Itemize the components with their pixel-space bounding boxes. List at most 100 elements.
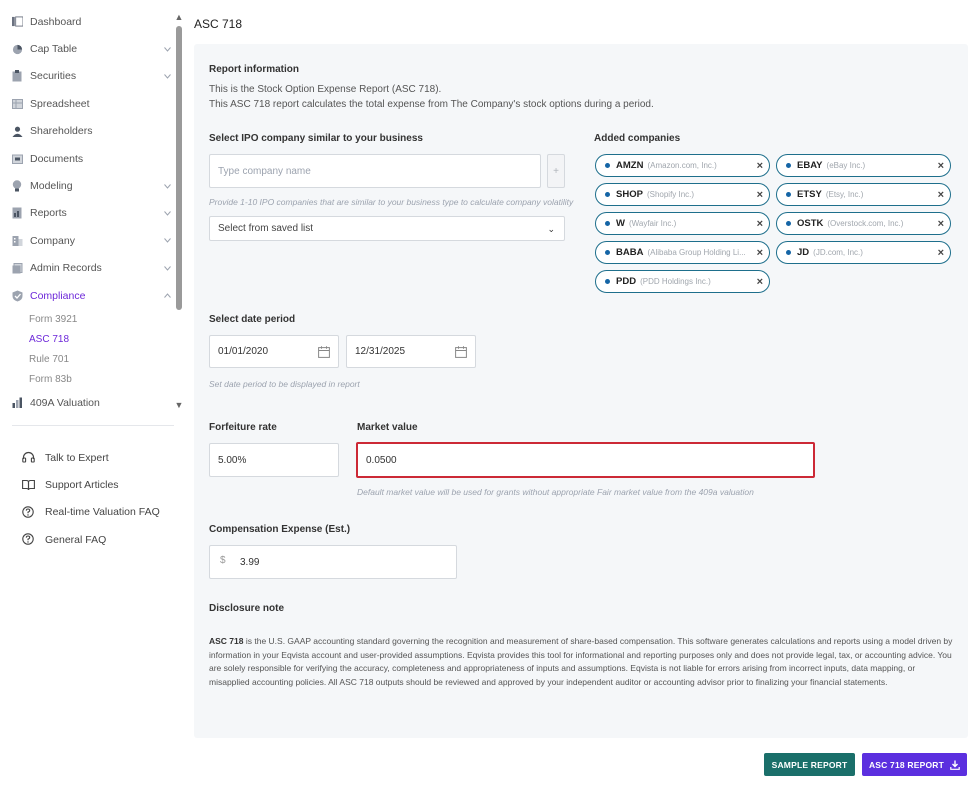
scroll-up-icon[interactable]: ▲	[174, 12, 184, 22]
remove-chip-icon[interactable]: ×	[757, 189, 763, 201]
disclosure-bold: ASC 718	[209, 636, 244, 646]
chevron-down-icon	[163, 209, 171, 217]
help-label: Real-time Valuation FAQ	[45, 506, 160, 519]
sidebar-item-label: 409A Valuation	[30, 396, 100, 409]
sidebar-item-409a-valuation[interactable]: 409A Valuation	[0, 389, 174, 416]
sidebar-item-label: Reports	[30, 207, 67, 220]
disclosure-text: ASC 718 is the U.S. GAAP accounting stan…	[209, 635, 954, 689]
sidebar-item-label: Documents	[30, 152, 84, 165]
sidebar-item-shareholders[interactable]: Shareholders	[0, 118, 174, 145]
remove-chip-icon[interactable]: ×	[757, 218, 763, 230]
report-info-line1: This is the Stock Option Expense Report …	[209, 84, 442, 95]
sidebar-item-dashboard[interactable]: Dashboard	[0, 8, 174, 35]
calendar-icon[interactable]	[455, 345, 467, 358]
company-search-input[interactable]: Type company name	[209, 154, 541, 188]
sample-report-button[interactable]: SAMPLE REPORT	[764, 753, 855, 776]
chip-dot	[786, 250, 791, 255]
remove-chip-icon[interactable]: ×	[757, 276, 763, 288]
sidebar-item-compliance[interactable]: Compliance	[0, 282, 174, 309]
chip-company-name: (Amazon.com, Inc.)	[647, 161, 717, 170]
ipo-hint: Provide 1-10 IPO companies that are simi…	[209, 197, 574, 207]
forfeiture-rate-input[interactable]: 5.00%	[209, 443, 339, 477]
chip-ticker: SHOP	[616, 189, 643, 200]
sidebar-item-admin-records[interactable]: Admin Records	[0, 255, 174, 282]
help-label: Support Articles	[45, 479, 119, 492]
company-chip-etsy: ETSY (Etsy, Inc.) ×	[776, 183, 951, 206]
sidebar-item-modeling[interactable]: Modeling	[0, 172, 174, 199]
sidebar-item-label: Spreadsheet	[30, 97, 90, 110]
user-icon	[11, 125, 23, 137]
remove-chip-icon[interactable]: ×	[757, 160, 763, 172]
clipboard-icon	[11, 70, 23, 82]
company-chip-ebay: EBAY (eBay Inc.) ×	[776, 154, 951, 177]
sidebar-subitem-asc-718[interactable]: ASC 718	[0, 329, 174, 349]
compensation-title: Compensation Expense (Est.)	[209, 524, 351, 535]
remove-chip-icon[interactable]: ×	[938, 189, 944, 201]
chevron-down-icon	[163, 45, 171, 53]
chip-company-name: (Overstock.com, Inc.)	[827, 219, 904, 228]
date-period-hint: Set date period to be displayed in repor…	[209, 379, 360, 389]
chevron-down-icon: ⌄	[547, 223, 555, 234]
saved-list-select[interactable]: Select from saved list ⌄	[209, 216, 565, 241]
chevron-down-icon	[163, 182, 171, 190]
chip-company-name: (eBay Inc.)	[826, 161, 866, 170]
chip-dot	[605, 163, 610, 168]
report-info-line2: This ASC 718 report calculates the total…	[209, 99, 654, 110]
help-circle-icon	[22, 533, 35, 546]
end-date-input[interactable]: 12/31/2025	[346, 335, 476, 368]
chip-dot	[786, 221, 791, 226]
remove-chip-icon[interactable]: ×	[938, 160, 944, 172]
sidebar-item-label: Dashboard	[30, 15, 82, 28]
chip-ticker: BABA	[616, 247, 644, 258]
remove-chip-icon[interactable]: ×	[938, 247, 944, 259]
headset-icon	[22, 451, 35, 464]
shield-check-icon	[11, 290, 23, 302]
chip-ticker: AMZN	[616, 160, 644, 171]
saved-list-label: Select from saved list	[218, 223, 314, 234]
report-panel	[194, 44, 968, 738]
chip-ticker: JD	[797, 247, 810, 258]
sidebar-subitem-form-83b[interactable]: Form 83b	[0, 369, 174, 389]
bulb-icon	[11, 180, 23, 192]
sidebar-scrollbar[interactable]: ▲ ▼	[174, 12, 184, 412]
remove-chip-icon[interactable]: ×	[757, 247, 763, 259]
chevron-down-icon	[163, 72, 171, 80]
chip-dot	[605, 221, 610, 226]
add-company-button[interactable]: +	[547, 154, 565, 188]
chip-ticker: PDD	[616, 276, 637, 287]
sidebar-item-spreadsheet[interactable]: Spreadsheet	[0, 90, 174, 117]
sidebar-divider	[12, 425, 174, 426]
sidebar-item-cap-table[interactable]: Cap Table	[0, 35, 174, 62]
ipo-section-title: Select IPO company similar to your busin…	[209, 133, 423, 144]
sidebar-item-label: Compliance	[30, 289, 86, 302]
sidebar-subitem-form-3921[interactable]: Form 3921	[0, 309, 174, 329]
chip-dot	[786, 192, 791, 197]
sidebar-subitem-rule-701[interactable]: Rule 701	[0, 349, 174, 369]
remove-chip-icon[interactable]: ×	[938, 218, 944, 230]
sidebar-item-reports[interactable]: Reports	[0, 200, 174, 227]
sidebar-item-company[interactable]: Company	[0, 227, 174, 254]
sidebar-item-label: Cap Table	[30, 43, 78, 56]
help-support-articles[interactable]: Support Articles	[22, 471, 160, 498]
market-value-input[interactable]: 0.0500	[356, 442, 815, 478]
added-companies-title: Added companies	[594, 133, 681, 144]
start-date-input[interactable]: 01/01/2020	[209, 335, 339, 368]
pie-chart-icon	[11, 43, 23, 55]
sidebar-item-securities[interactable]: Securities	[0, 63, 174, 90]
start-date-value: 01/01/2020	[218, 346, 269, 357]
chip-company-name: (PDD Holdings Inc.)	[640, 277, 711, 286]
asc-718-report-button[interactable]: ASC 718 REPORT	[862, 753, 967, 776]
chip-company-name: (Shopify Inc.)	[646, 190, 695, 199]
calendar-icon[interactable]	[318, 345, 330, 358]
scroll-down-icon[interactable]: ▼	[174, 400, 184, 410]
scroll-thumb[interactable]	[176, 26, 182, 310]
chip-ticker: W	[616, 218, 625, 229]
help-general-faq[interactable]: General FAQ	[22, 526, 160, 553]
sidebar-item-documents[interactable]: Documents	[0, 145, 174, 172]
company-chip-ostk: OSTK (Overstock.com, Inc.) ×	[776, 212, 951, 235]
page-title: ASC 718	[194, 17, 243, 31]
disclosure-title: Disclosure note	[209, 603, 285, 614]
report-info-title: Report information	[209, 64, 299, 75]
help-talk-to-expert[interactable]: Talk to Expert	[22, 444, 160, 471]
help-realtime-valuation-faq[interactable]: Real-time Valuation FAQ	[22, 499, 160, 526]
